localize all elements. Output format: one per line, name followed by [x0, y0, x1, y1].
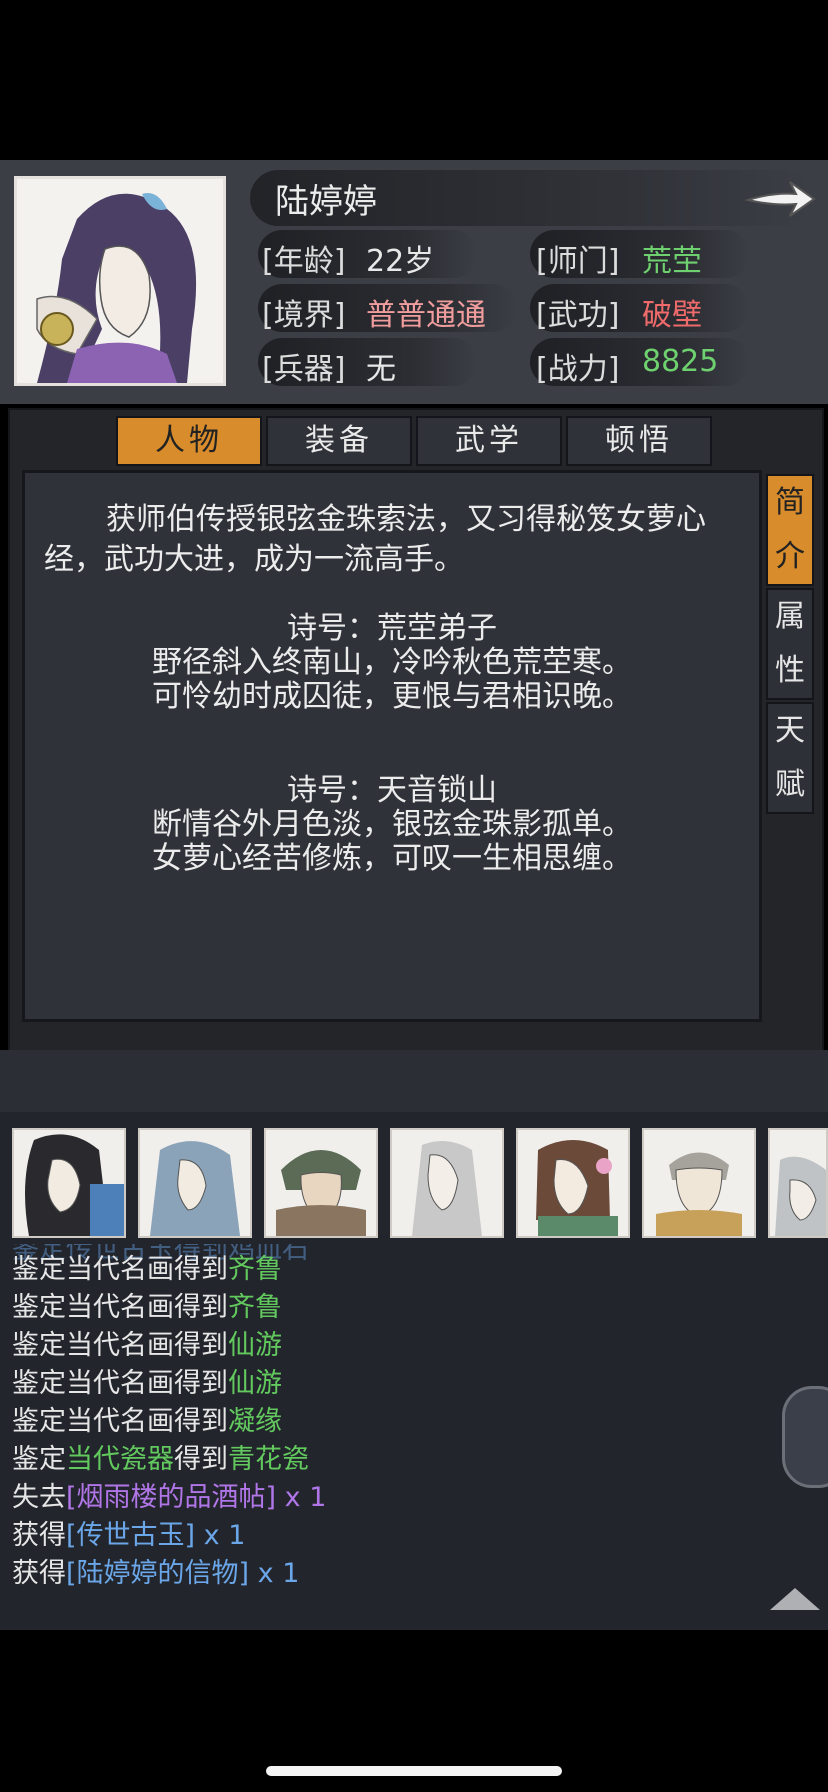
tab-character[interactable]: 人物 — [116, 416, 262, 466]
log-qty: x 1 — [249, 1558, 300, 1589]
next-arrow-icon[interactable] — [744, 176, 816, 222]
log-text: 鉴定当代名画得到 — [12, 1330, 228, 1361]
character-portrait — [14, 176, 226, 386]
poem-line: 可怜幼时成囚徒，更恨与君相识晚。 — [152, 679, 632, 714]
party-member-thumb[interactable] — [642, 1128, 756, 1238]
portrait-art — [17, 179, 223, 383]
tab-enlightenment[interactable]: 顿悟 — [566, 416, 712, 466]
side-tab-intro[interactable]: 简 介 — [766, 474, 814, 586]
portrait-art — [536, 1140, 618, 1236]
poem-line: 野径斜入终南山，冷吟秋色荒茔寒。 — [152, 645, 632, 680]
log-line: 失去[烟雨楼的品酒帖] x 1 — [12, 1480, 326, 1516]
log-line: 鉴定当代名画得到齐鲁 — [12, 1290, 282, 1326]
party-member-thumb[interactable] — [516, 1128, 630, 1238]
portrait-art — [150, 1141, 240, 1236]
side-tab-char: 赋 — [775, 767, 805, 802]
log-qty: x 1 — [195, 1520, 246, 1551]
log-text: 得到 — [174, 1444, 228, 1475]
log-qty: x 1 — [276, 1482, 327, 1513]
poem-title: 诗号：天音锁山 — [287, 773, 497, 808]
side-tab-char: 介 — [775, 539, 805, 574]
side-menu-button[interactable] — [782, 1386, 828, 1488]
realm-label: [境界] — [262, 298, 346, 333]
party-member-thumb[interactable] — [390, 1128, 504, 1238]
portrait-art — [412, 1141, 482, 1236]
log-line: 获得[传世古玉] x 1 — [12, 1518, 245, 1554]
portrait-art — [656, 1152, 742, 1236]
portrait-art — [276, 1150, 366, 1236]
age-value: 22岁 — [366, 244, 435, 279]
tab-equipment[interactable]: 装备 — [266, 416, 412, 466]
log-line: 鉴定当代名画得到仙游 — [12, 1366, 282, 1402]
power-label: [战力] — [536, 352, 620, 387]
poem-title: 诗号：荒茔弟子 — [287, 611, 497, 646]
log-item: [陆婷婷的信物] — [66, 1558, 250, 1589]
sect-label: [师门] — [536, 244, 620, 279]
log-text: 获得 — [12, 1558, 66, 1589]
log-text: 鉴定当代名画得到 — [12, 1292, 228, 1323]
weapon-value: 无 — [366, 352, 396, 387]
martial-value: 破壁 — [642, 298, 702, 333]
log-highlight: 仙游 — [228, 1330, 282, 1361]
log-text: 获得 — [12, 1520, 66, 1551]
log-item: [烟雨楼的品酒帖] — [66, 1482, 277, 1513]
side-tab-char: 天 — [775, 713, 805, 748]
side-tab-char: 属 — [775, 599, 805, 634]
log-text: 鉴定 — [12, 1444, 66, 1475]
age-label: [年龄] — [262, 244, 346, 279]
martial-label: [武功] — [536, 298, 620, 333]
poem-line: 断情谷外月色淡，银弦金珠影孤单。 — [152, 807, 632, 842]
log-text: 鉴定当代名画得到 — [12, 1254, 228, 1285]
realm-value: 普普通通 — [366, 298, 486, 333]
log-line: 鉴定当代名画得到仙游 — [12, 1328, 282, 1364]
log-line: 获得[陆婷婷的信物] x 1 — [12, 1556, 299, 1592]
log-line: 鉴定当代瓷器得到青花瓷 — [12, 1442, 309, 1478]
side-tab-char: 简 — [775, 485, 805, 520]
log-text: 失去 — [12, 1482, 66, 1513]
log-highlight: 仙游 — [228, 1368, 282, 1399]
party-member-thumb[interactable] — [138, 1128, 252, 1238]
tab-martial-arts[interactable]: 武学 — [416, 416, 562, 466]
divider-band — [0, 1050, 828, 1112]
log-highlight: 凝缘 — [228, 1406, 282, 1437]
character-name: 陆婷婷 — [275, 182, 377, 222]
side-tab-char: 性 — [775, 653, 805, 688]
log-highlight: 青花瓷 — [228, 1444, 309, 1475]
party-member-thumb[interactable] — [768, 1128, 828, 1238]
portrait-art — [25, 1134, 124, 1236]
side-tab-attributes[interactable]: 属 性 — [766, 588, 814, 700]
log-text: 鉴定当代名画得到 — [12, 1406, 228, 1437]
sect-value: 荒茔 — [642, 244, 702, 279]
log-line: 鉴定当代名画得到凝缘 — [12, 1404, 282, 1440]
home-indicator[interactable] — [266, 1766, 562, 1776]
party-member-thumb[interactable] — [264, 1128, 378, 1238]
log-highlight: 当代瓷器 — [66, 1444, 174, 1475]
log-line: 鉴定当代名画得到齐鲁 — [12, 1252, 282, 1288]
scroll-up-icon[interactable] — [770, 1588, 820, 1610]
portrait-art — [775, 1156, 826, 1236]
intro-paragraph: 获师伯传授银弦金珠索法，又习得秘笈女萝心经，武功大进，成为一流高手。 — [44, 502, 706, 577]
log-highlight: 齐鲁 — [228, 1292, 282, 1323]
party-member-thumb[interactable] — [12, 1128, 126, 1238]
log-text: 鉴定当代名画得到 — [12, 1368, 228, 1399]
side-tab-talent[interactable]: 天 赋 — [766, 702, 814, 814]
poem-line: 女萝心经苦修炼，可叹一生相思缠。 — [152, 841, 632, 876]
weapon-label: [兵器] — [262, 352, 346, 387]
log-item: [传世古玉] — [66, 1520, 196, 1551]
power-value: 8825 — [642, 344, 719, 379]
log-highlight: 齐鲁 — [228, 1254, 282, 1285]
